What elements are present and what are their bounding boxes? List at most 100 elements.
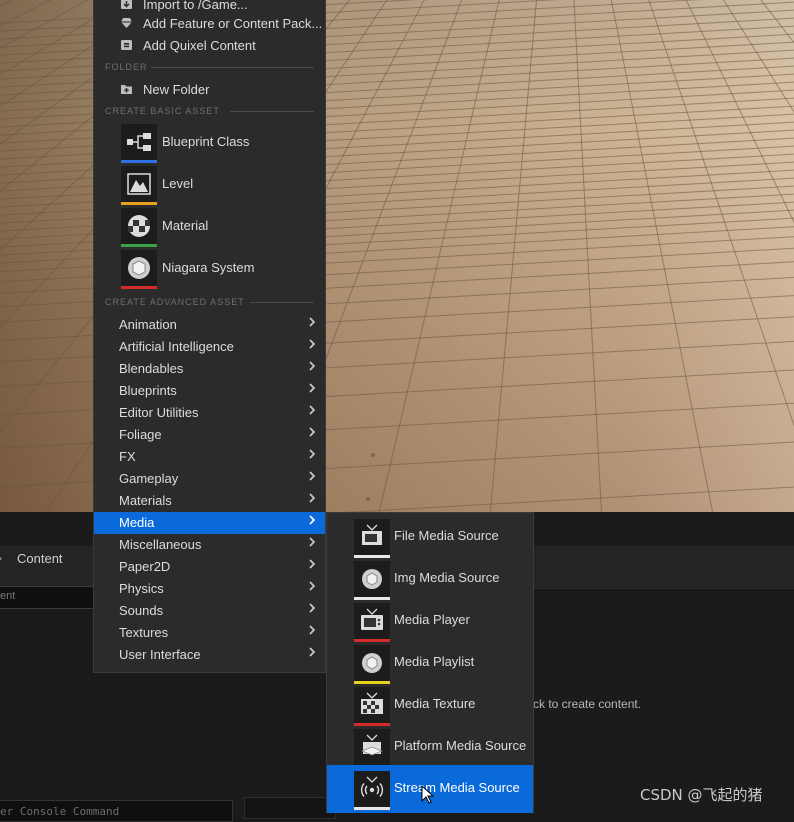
- menu-item-editor-utilities[interactable]: Editor Utilities: [94, 402, 325, 424]
- file-media-source-icon: [354, 519, 390, 555]
- menu-item-gameplay[interactable]: Gameplay: [94, 468, 325, 490]
- menu-item-label: Media Player: [394, 612, 470, 627]
- menu-item-label: Platform Media Source: [394, 738, 527, 753]
- menu-item-label: Physics: [119, 581, 164, 596]
- menu-item-material[interactable]: Material: [94, 208, 325, 250]
- menu-item-add-quixel[interactable]: Add Quixel Content: [94, 35, 325, 57]
- section-create-basic-asset: CREATE BASIC ASSET: [105, 106, 315, 116]
- floor-line: [560, 0, 794, 512]
- mouse-cursor-icon: [421, 785, 435, 804]
- menu-item-add-feature[interactable]: Add Feature or Content Pack...: [94, 13, 325, 35]
- menu-item-file-media-source[interactable]: File Media Source: [327, 519, 533, 561]
- asset-color-bar: [354, 597, 390, 600]
- menu-item-sounds[interactable]: Sounds: [94, 600, 325, 622]
- material-icon: [121, 208, 157, 244]
- chevron-right-icon: [309, 537, 316, 547]
- menu-item-media-player[interactable]: Media Player: [327, 603, 533, 645]
- chevron-right-icon: [309, 471, 316, 481]
- menu-item-label: Gameplay: [119, 471, 179, 486]
- menu-item-blueprints[interactable]: Blueprints: [94, 380, 325, 402]
- menu-item-animation[interactable]: Animation: [94, 314, 325, 336]
- niagara-icon: [121, 250, 157, 286]
- floor-line: [489, 0, 538, 512]
- img-media-source-icon: [354, 561, 390, 597]
- level-icon: [121, 166, 157, 202]
- asset-color-bar: [354, 723, 390, 726]
- chevron-right-icon: [309, 603, 316, 613]
- menu-item-new-folder[interactable]: New Folder: [94, 79, 325, 101]
- floor-line: [648, 0, 794, 427]
- menu-item-miscellaneous[interactable]: Miscellaneous: [94, 534, 325, 556]
- menu-item-img-media-source[interactable]: Img Media Source: [327, 561, 533, 603]
- menu-item-label: File Media Source: [394, 528, 499, 543]
- asset-color-bar: [121, 244, 157, 247]
- menu-item-textures[interactable]: Textures: [94, 622, 325, 644]
- menu-item-label: Materials: [119, 493, 172, 508]
- menu-item-label: Img Media Source: [394, 570, 500, 585]
- quixel-icon: [121, 40, 132, 50]
- menu-item-label: Miscellaneous: [119, 537, 202, 552]
- asset-color-bar: [121, 286, 157, 289]
- media-player-icon: [354, 603, 390, 639]
- menu-item-niagara-system[interactable]: Niagara System: [94, 250, 325, 292]
- menu-item-blendables[interactable]: Blendables: [94, 358, 325, 380]
- console-side-field[interactable]: [244, 797, 336, 819]
- menu-item-media-playlist[interactable]: Media Playlist: [327, 645, 533, 687]
- menu-item-label: Stream Media Source: [394, 780, 520, 795]
- asset-color-bar: [354, 639, 390, 642]
- floor-line: [560, 0, 794, 512]
- floor-line: [560, 0, 794, 512]
- menu-item-materials[interactable]: Materials: [94, 490, 325, 512]
- chevron-right-icon: [309, 317, 316, 327]
- content-search-input[interactable]: ent: [0, 586, 96, 609]
- menu-item-label: Paper2D: [119, 559, 171, 574]
- menu-item-label: User Interface: [119, 647, 201, 662]
- media-submenu: File Media Source Img Media Source Media P…: [326, 512, 534, 813]
- platform-media-source-icon: [354, 729, 390, 765]
- asset-color-bar: [121, 202, 157, 205]
- chevron-right-icon: [309, 383, 316, 393]
- chevron-right-icon: [309, 625, 316, 635]
- feature-pack-icon: [121, 18, 132, 28]
- section-create-advanced-asset: CREATE ADVANCED ASSET: [105, 297, 315, 307]
- menu-item-fx[interactable]: FX: [94, 446, 325, 468]
- floor-line: [723, 0, 794, 113]
- menu-item-media[interactable]: Media: [94, 512, 325, 534]
- menu-item-foliage[interactable]: Foliage: [94, 424, 325, 446]
- floor-line: [560, 0, 794, 512]
- menu-item-physics[interactable]: Physics: [94, 578, 325, 600]
- menu-item-user-interface[interactable]: User Interface: [94, 644, 325, 666]
- console-placeholder: er Console Command: [0, 805, 120, 818]
- asset-color-bar: [354, 681, 390, 684]
- menu-item-label: Media Texture: [394, 696, 476, 711]
- asset-color-bar: [354, 555, 390, 558]
- menu-item-blueprint-class[interactable]: Blueprint Class: [94, 124, 325, 166]
- menu-item-artificial-intelligence[interactable]: Artificial Intelligence: [94, 336, 325, 358]
- menu-item-media-texture[interactable]: Media Texture: [327, 687, 533, 729]
- chevron-right-icon: [309, 581, 316, 591]
- floor-line: [760, 0, 794, 44]
- chevron-right-icon: [309, 449, 316, 459]
- menu-item-level[interactable]: Level: [94, 166, 325, 208]
- add-content-menu: Import to /Game... Add Feature or Conten…: [93, 0, 326, 673]
- new-folder-icon: [121, 85, 132, 94]
- floor-line: [560, 0, 794, 512]
- menu-item-label: Textures: [119, 625, 169, 640]
- asset-color-bar: [121, 160, 157, 163]
- floor-line: [560, 0, 794, 512]
- menu-item-paper2d[interactable]: Paper2D: [94, 556, 325, 578]
- chevron-right-icon: [309, 405, 316, 415]
- asset-color-bar: [354, 807, 390, 810]
- floor-line: [560, 0, 794, 512]
- menu-item-label: Artificial Intelligence: [119, 339, 234, 354]
- floor-line: [573, 0, 602, 512]
- empty-content-hint: ck to create content.: [533, 697, 642, 711]
- console-command-input[interactable]: er Console Command: [0, 800, 233, 822]
- floor-line: [610, 0, 714, 512]
- import-icon: [121, 0, 132, 9]
- floor-line: [560, 0, 794, 512]
- floor-line: [685, 0, 794, 224]
- media-texture-icon: [354, 687, 390, 723]
- menu-item-label: Foliage: [119, 427, 162, 442]
- floor-line: [560, 0, 794, 512]
